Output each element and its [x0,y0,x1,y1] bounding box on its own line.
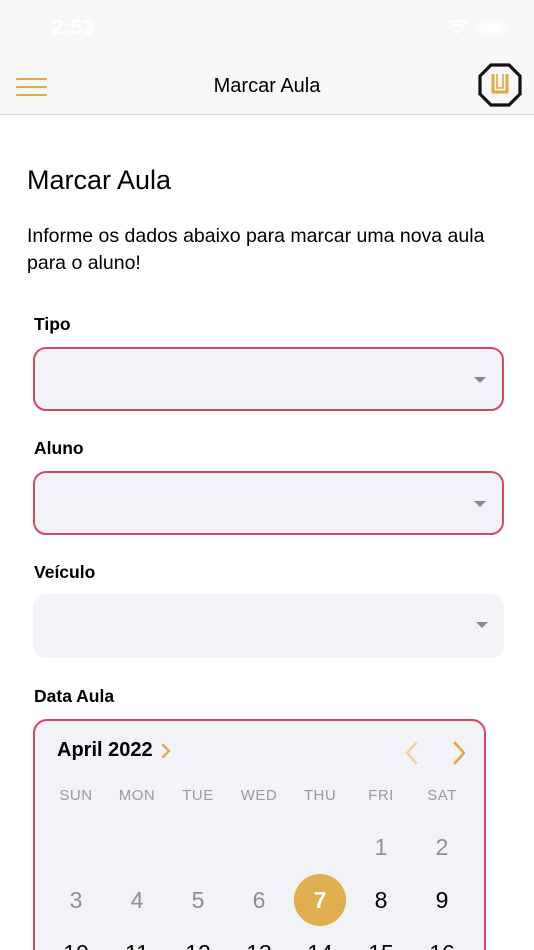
month-year-selector[interactable]: April 2022 [57,739,171,762]
calendar-day[interactable]: 13 [233,927,285,950]
veiculo-select[interactable] [33,594,504,658]
battery-icon [478,21,507,35]
calendar-day[interactable]: 12 [172,927,224,950]
calendar-day[interactable]: 9 [416,874,468,926]
weekday-label: FRI [368,787,394,804]
calendar-day[interactable]: 3 [50,874,102,926]
calendar-day[interactable]: 16 [416,927,468,950]
veiculo-label: Veículo [34,562,96,582]
date-picker-calendar: April 2022 SUN MON TUE WED THU FRI SAT 1… [33,719,486,950]
month-year-label: April 2022 [57,739,153,761]
calendar-day[interactable]: 10 [50,927,102,950]
tipo-select[interactable] [33,347,504,411]
aluno-label: Aluno [34,438,84,458]
navigation-bar: Marcar Aula U [0,58,534,115]
weekday-label: TUE [182,787,214,804]
aluno-select[interactable] [33,471,504,535]
weekday-label: WED [240,787,278,804]
weekday-label: SUN [59,787,93,804]
status-time: 2:53 [52,16,95,39]
page-title: Marcar Aula [27,165,172,195]
wifi-icon [446,20,468,35]
chevron-down-icon [474,501,486,507]
chevron-down-icon [476,622,488,628]
calendar-day[interactable]: 4 [111,874,163,926]
calendar-day[interactable]: 2 [416,821,468,873]
previous-month-button[interactable] [399,738,425,768]
calendar-day[interactable]: 6 [233,874,285,926]
tipo-label: Tipo [34,314,71,334]
calendar-day[interactable]: 11 [111,927,163,950]
calendar-day[interactable]: 15 [355,927,407,950]
chevron-down-icon [474,377,486,383]
calendar-day[interactable]: 1 [355,821,407,873]
weekday-label: SAT [427,787,457,804]
calendar-day[interactable]: 8 [355,874,407,926]
calendar-day[interactable]: 14 [294,927,346,950]
status-bar: 2:53 [0,0,534,58]
chevron-right-icon [161,743,171,758]
next-month-button[interactable] [446,738,472,768]
calendar-day-selected[interactable]: 7 [294,874,346,926]
calendar-day[interactable]: 5 [172,874,224,926]
logo-icon[interactable]: U [478,63,522,107]
weekday-label: MON [118,787,156,804]
page-description: Informe os dados abaixo para marcar uma … [27,225,485,274]
status-icons [446,20,508,36]
nav-title: Marcar Aula [213,75,321,97]
weekday-label: THU [303,787,337,804]
data-aula-label: Data Aula [34,686,115,706]
